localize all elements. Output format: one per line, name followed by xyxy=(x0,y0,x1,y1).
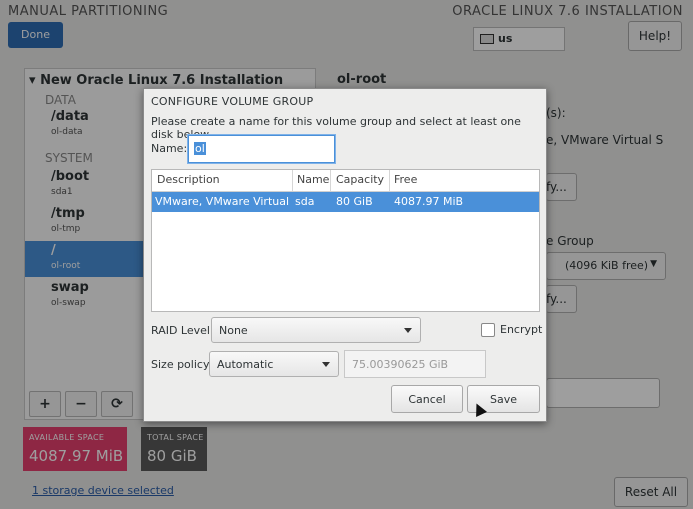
size-policy-select[interactable]: Automatic xyxy=(209,351,339,377)
chevron-down-icon xyxy=(404,328,412,333)
size-policy-label: Size policy: xyxy=(151,358,213,371)
cancel-button[interactable]: Cancel xyxy=(391,385,463,413)
cell-name: sda xyxy=(295,195,315,208)
column-name[interactable]: Name xyxy=(297,173,329,186)
column-divider xyxy=(292,170,293,191)
chevron-down-icon xyxy=(322,362,330,367)
size-input[interactable]: 75.00390625 GiB xyxy=(344,350,486,378)
checkbox-icon xyxy=(481,323,495,337)
raid-level-select[interactable]: None xyxy=(211,317,421,343)
cell-description: VMware, VMware Virtual S xyxy=(155,195,291,208)
raid-level-value: None xyxy=(219,324,248,337)
disk-table: Description Name Capacity Free VMware, V… xyxy=(151,169,540,312)
column-description[interactable]: Description xyxy=(157,173,220,186)
table-header: Description Name Capacity Free xyxy=(152,170,539,192)
column-divider xyxy=(389,170,390,191)
column-capacity[interactable]: Capacity xyxy=(336,173,384,186)
configure-volume-group-dialog: CONFIGURE VOLUME GROUP Please create a n… xyxy=(143,88,547,422)
volume-group-name-input[interactable]: ol xyxy=(188,135,335,163)
encrypt-label: Encrypt xyxy=(500,323,543,336)
table-row[interactable]: VMware, VMware Virtual S sda 80 GiB 4087… xyxy=(152,192,539,212)
cell-capacity: 80 GiB xyxy=(336,195,373,208)
name-label: Name: xyxy=(151,142,188,155)
encrypt-checkbox[interactable]: Encrypt xyxy=(481,323,542,337)
name-input-value: ol xyxy=(194,142,206,155)
dialog-title: CONFIGURE VOLUME GROUP xyxy=(151,95,314,108)
raid-level-label: RAID Level: xyxy=(151,324,214,337)
cell-free: 4087.97 MiB xyxy=(394,195,464,208)
size-policy-value: Automatic xyxy=(217,358,274,371)
column-free[interactable]: Free xyxy=(394,173,417,186)
column-divider xyxy=(330,170,331,191)
